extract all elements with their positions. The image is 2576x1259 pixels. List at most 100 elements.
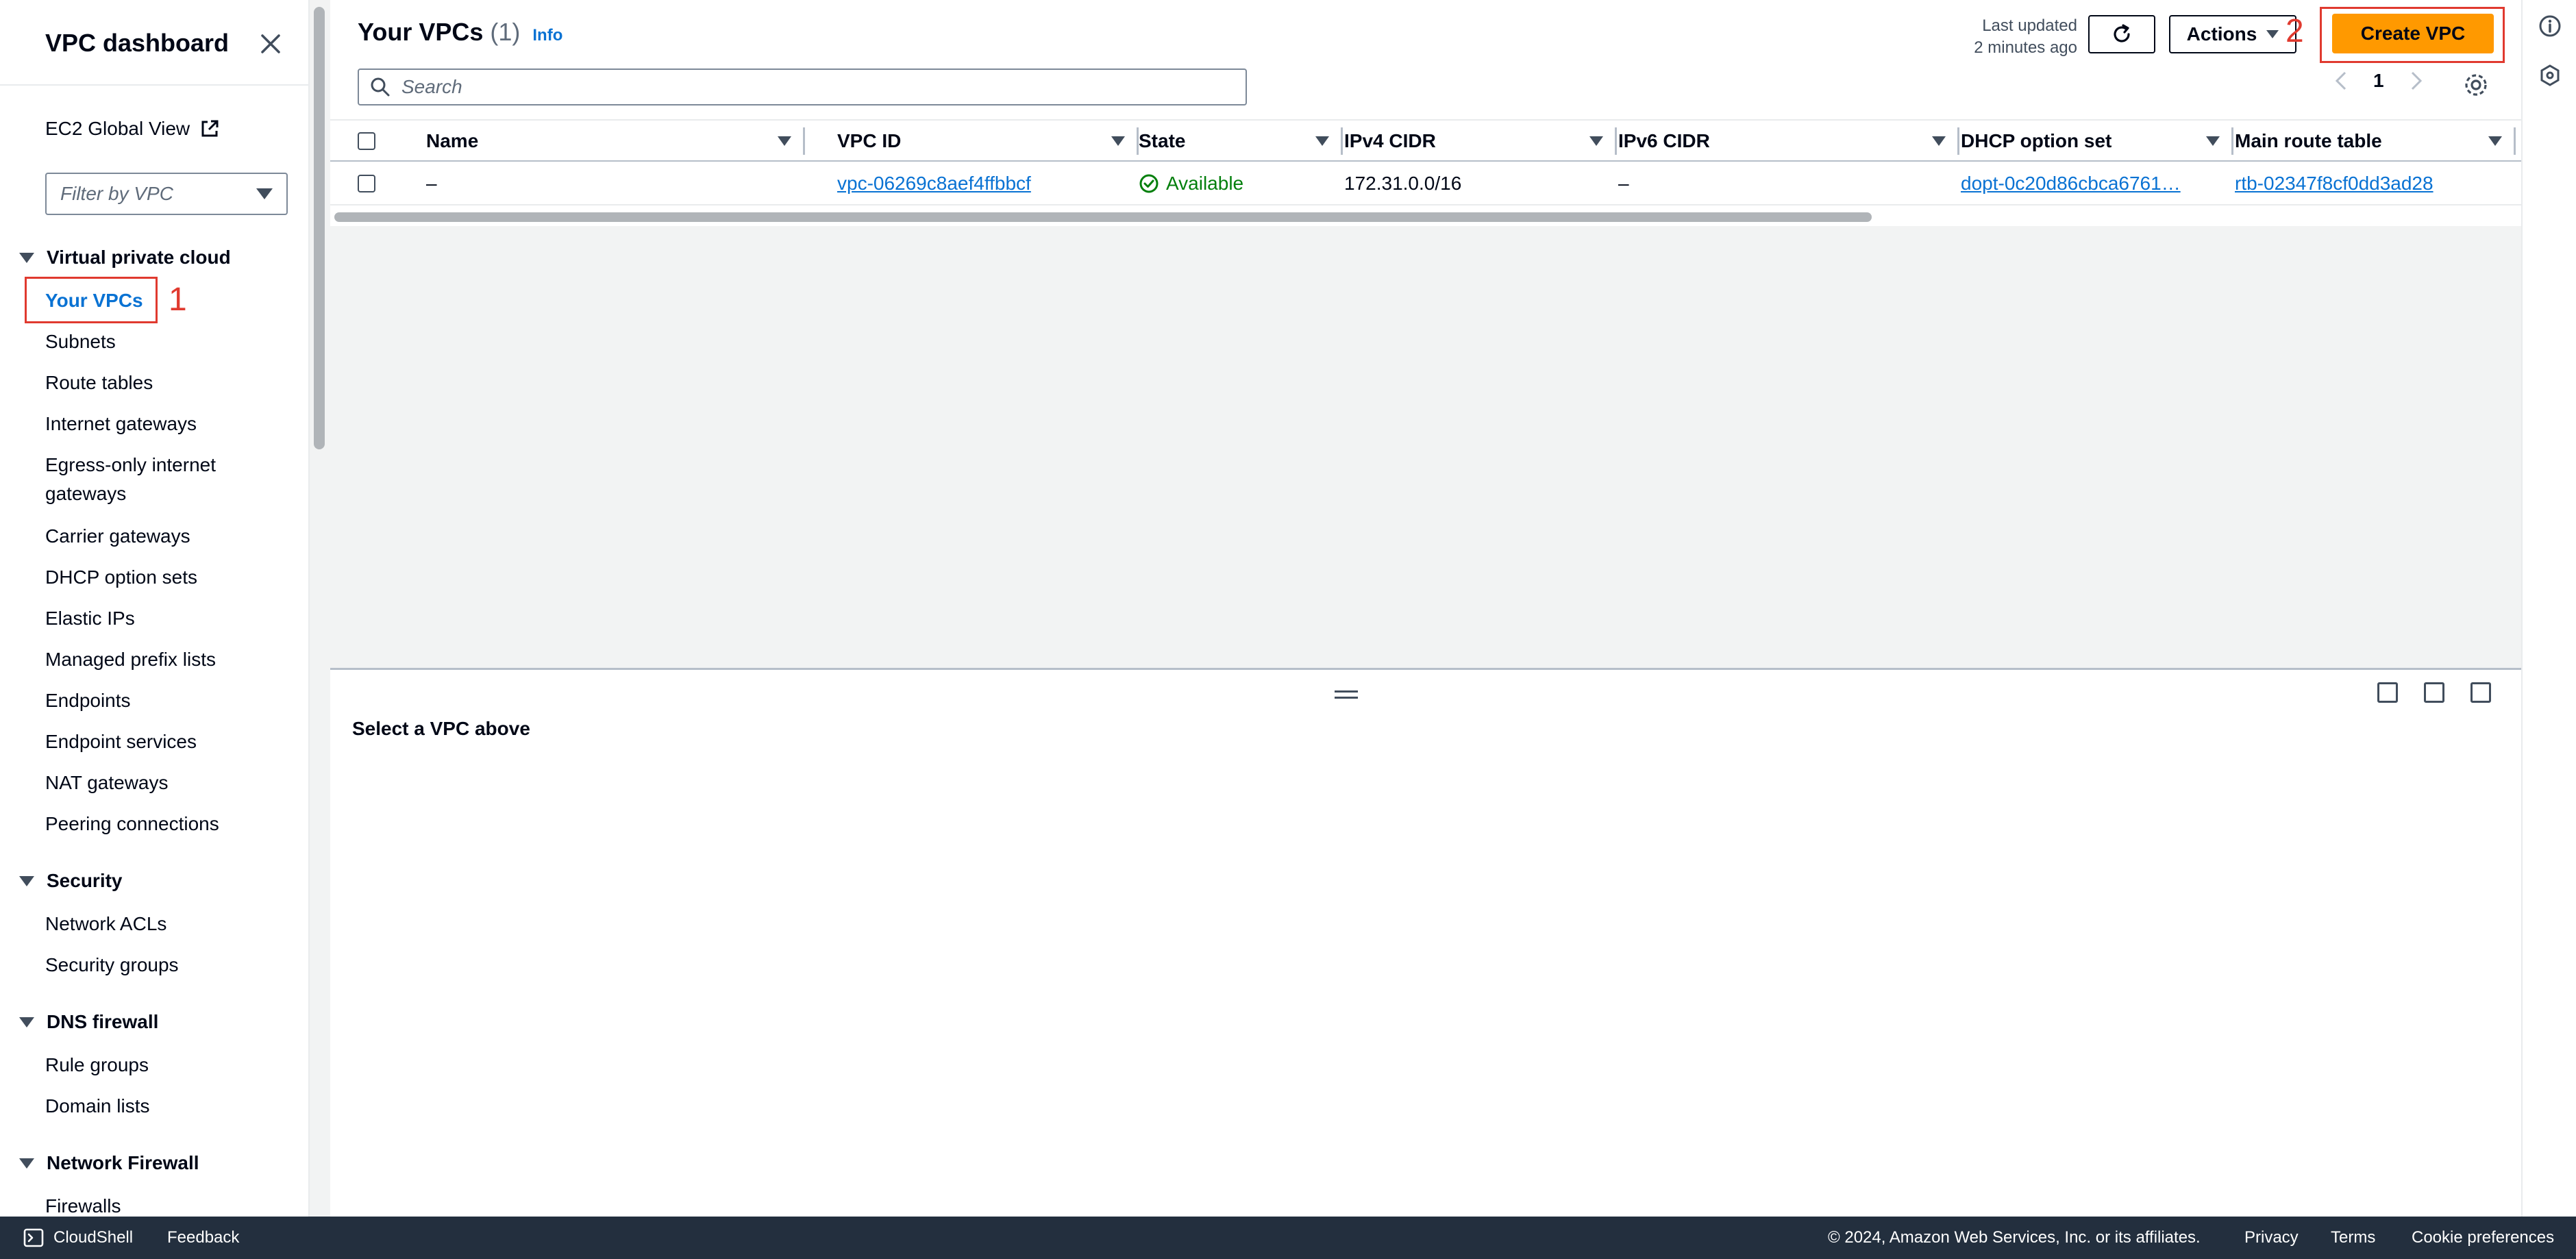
- column-header-main-route-table[interactable]: Main route table: [2235, 121, 2516, 162]
- split-panel-layout-controls: [2377, 682, 2491, 703]
- current-page[interactable]: 1: [2373, 70, 2384, 92]
- sidebar-item-rule-groups[interactable]: Rule groups: [45, 1051, 149, 1080]
- column-divider[interactable]: [1341, 127, 1343, 155]
- sidebar-item-security-groups[interactable]: Security groups: [45, 951, 179, 980]
- sidebar-item-endpoints[interactable]: Endpoints: [45, 686, 131, 715]
- sidebar-item-elastic-ips[interactable]: Elastic IPs: [45, 604, 135, 633]
- sidebar-item-network-acls[interactable]: Network ACLs: [45, 910, 166, 938]
- sort-icon[interactable]: [2488, 136, 2502, 146]
- split-bottom-icon[interactable]: [2377, 682, 2398, 703]
- cell-ipv4-cidr: 172.31.0.0/16: [1344, 173, 1462, 194]
- sidebar-header: VPC dashboard: [0, 0, 308, 86]
- refresh-icon: [2114, 24, 2130, 42]
- annotation-step-2: 2: [2286, 13, 2304, 49]
- sidebar-item-nat-gateways[interactable]: NAT gateways: [45, 769, 168, 797]
- column-header-name[interactable]: Name: [426, 121, 805, 162]
- feedback-link[interactable]: Feedback: [167, 1228, 239, 1247]
- select-all-checkbox[interactable]: [358, 132, 375, 150]
- sort-icon[interactable]: [778, 136, 791, 146]
- sort-icon[interactable]: [1111, 136, 1125, 146]
- info-icon[interactable]: [2538, 14, 2562, 38]
- sidebar-item-endpoint-services[interactable]: Endpoint services: [45, 727, 197, 756]
- column-divider[interactable]: [1957, 127, 1959, 155]
- row-checkbox-cell: [358, 162, 375, 205]
- gear-icon[interactable]: [2462, 71, 2490, 99]
- main-content: Your VPCs (1) Info Last updated 2 minute…: [330, 0, 2521, 1217]
- privacy-link[interactable]: Privacy: [2244, 1228, 2299, 1247]
- sort-icon[interactable]: [1315, 136, 1329, 146]
- sort-icon[interactable]: [1932, 136, 1946, 146]
- vpc-console: VPC dashboard EC2 Global View Filter by …: [0, 0, 2576, 1259]
- cell-name: –: [426, 173, 437, 194]
- vpc-filter-select[interactable]: Filter by VPC: [45, 173, 288, 215]
- close-icon[interactable]: [257, 30, 284, 58]
- cell-main-route-table: rtb-02347f8cf0dd3ad28: [2235, 162, 2433, 205]
- select-all-checkbox-cell: [358, 121, 375, 162]
- search-icon: [371, 77, 390, 97]
- cell-dhcp-option-set: dopt-0c20d86cbca6761…: [1961, 162, 2221, 205]
- copyright-text: © 2024, Amazon Web Services, Inc. or its…: [1828, 1228, 2201, 1247]
- status-badge: Available: [1139, 173, 1243, 195]
- column-header-dhcp-option-set[interactable]: DHCP option set: [1961, 121, 2233, 162]
- sidebar-item-egress-only-internet-gateways[interactable]: Egress-only internet gateways: [45, 451, 251, 508]
- sidebar-item-internet-gateways[interactable]: Internet gateways: [45, 410, 197, 438]
- caret-down-icon: [256, 188, 273, 199]
- sidebar-item-dhcp-option-sets[interactable]: DHCP option sets: [45, 563, 197, 592]
- split-panel-drag-handle[interactable]: [1335, 690, 1358, 703]
- ec2-global-view-link[interactable]: EC2 Global View: [45, 118, 220, 140]
- table-row[interactable]: – vpc-06269c8aef4ffbbcf Available 172.31…: [330, 162, 2521, 205]
- split-full-icon[interactable]: [2470, 682, 2491, 703]
- column-divider[interactable]: [2514, 127, 2516, 155]
- highlight-box-your-vpcs: [25, 277, 158, 323]
- caret-down-icon: [19, 1158, 34, 1169]
- table-horizontal-scrollbar[interactable]: [334, 212, 1872, 222]
- chevron-right-icon[interactable]: [2409, 70, 2424, 92]
- chevron-left-icon[interactable]: [2333, 70, 2349, 92]
- column-header-vpc-id[interactable]: VPC ID: [837, 121, 1139, 162]
- sidebar-item-peering-connections[interactable]: Peering connections: [45, 810, 219, 838]
- sidebar-scrollbar[interactable]: [310, 0, 330, 1217]
- sidebar-item-domain-lists[interactable]: Domain lists: [45, 1092, 149, 1121]
- sidebar-item-carrier-gateways[interactable]: Carrier gateways: [45, 522, 190, 551]
- info-link[interactable]: Info: [532, 26, 562, 45]
- dhcp-option-set-link[interactable]: dopt-0c20d86cbca6761…: [1961, 173, 2181, 195]
- sidebar-scrollbar-thumb[interactable]: [314, 7, 325, 449]
- vpc-table-container: Your VPCs (1) Info Last updated 2 minute…: [330, 0, 2521, 226]
- cookie-preferences-link[interactable]: Cookie preferences: [2412, 1228, 2554, 1247]
- search-input[interactable]: Search: [358, 68, 1247, 105]
- sidebar-item-route-tables[interactable]: Route tables: [45, 369, 153, 397]
- section-dns-firewall[interactable]: DNS firewall: [19, 1011, 158, 1033]
- side-navigation: VPC dashboard EC2 Global View Filter by …: [0, 0, 310, 1217]
- terminal-icon: [23, 1228, 44, 1247]
- route-table-link[interactable]: rtb-02347f8cf0dd3ad28: [2235, 173, 2433, 195]
- cell-ipv6-cidr: –: [1618, 173, 1629, 194]
- sort-icon[interactable]: [1589, 136, 1603, 146]
- hexagon-icon[interactable]: [2538, 63, 2562, 88]
- sidebar-item-managed-prefix-lists[interactable]: Managed prefix lists: [45, 645, 216, 674]
- split-panel-title: Select a VPC above: [352, 718, 530, 739]
- table-region: Your VPCs (1) Info Last updated 2 minute…: [330, 0, 2521, 670]
- section-virtual-private-cloud[interactable]: Virtual private cloud: [19, 247, 231, 269]
- sidebar-title[interactable]: VPC dashboard: [45, 29, 229, 58]
- section-network-firewall[interactable]: Network Firewall: [19, 1152, 199, 1174]
- column-header-ipv4-cidr[interactable]: IPv4 CIDR: [1344, 121, 1617, 162]
- split-side-icon[interactable]: [2424, 682, 2444, 703]
- refresh-button[interactable]: [2088, 15, 2155, 53]
- vpc-count: (1): [490, 18, 521, 46]
- sidebar-item-firewalls[interactable]: Firewalls: [45, 1192, 121, 1217]
- terms-link[interactable]: Terms: [2331, 1228, 2375, 1247]
- status-positive-icon: [1139, 174, 1159, 193]
- section-security[interactable]: Security: [19, 870, 123, 892]
- sidebar-item-subnets[interactable]: Subnets: [45, 327, 116, 356]
- row-checkbox[interactable]: [358, 175, 375, 192]
- cell-vpc-id: vpc-06269c8aef4ffbbcf: [837, 162, 1031, 205]
- column-divider[interactable]: [1615, 127, 1617, 155]
- vpc-id-link[interactable]: vpc-06269c8aef4ffbbcf: [837, 173, 1031, 195]
- actions-button[interactable]: Actions: [2169, 15, 2296, 53]
- sort-icon[interactable]: [2206, 136, 2220, 146]
- column-divider[interactable]: [803, 127, 805, 155]
- column-divider[interactable]: [2231, 127, 2233, 155]
- cloudshell-button[interactable]: CloudShell: [23, 1227, 133, 1248]
- column-header-state[interactable]: State: [1139, 121, 1343, 162]
- column-header-ipv6-cidr[interactable]: IPv6 CIDR: [1618, 121, 1959, 162]
